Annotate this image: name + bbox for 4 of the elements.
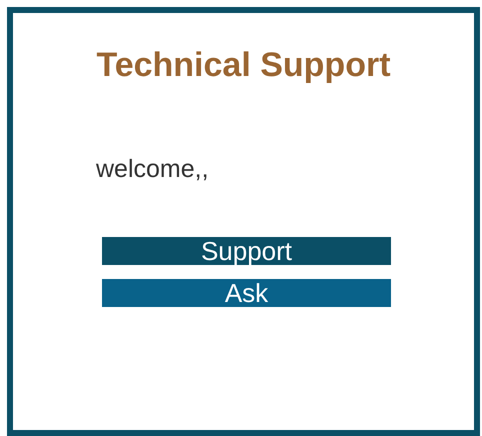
greeting-text: welcome,, bbox=[96, 154, 210, 184]
menu-button[interactable]: Support bbox=[102, 237, 391, 265]
page-title: Technical Support bbox=[95, 45, 392, 85]
menu-button[interactable]: Ask bbox=[102, 279, 391, 307]
